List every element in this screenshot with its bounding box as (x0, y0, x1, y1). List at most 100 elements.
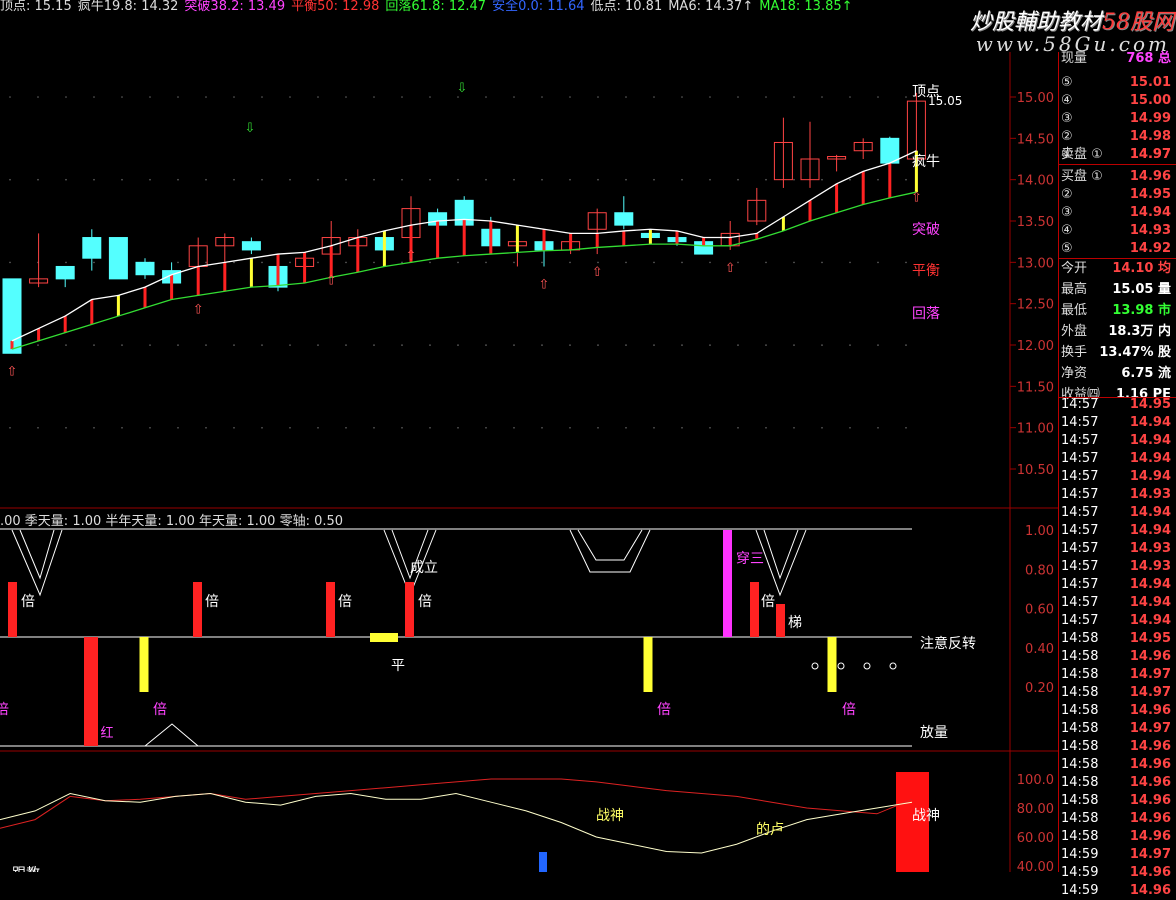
row-value: 14.94 (1129, 595, 1171, 610)
dot-marker (889, 662, 897, 670)
axis-tick-label: 13.00 (1017, 256, 1054, 271)
axis-tick-label: 10.50 (1017, 463, 1054, 478)
row-value: 14.96 (1129, 739, 1171, 754)
row-label: 14:57 (1061, 523, 1099, 538)
grid-dot (597, 344, 599, 346)
grid-dot (317, 427, 319, 429)
kline-chart[interactable]: 15.00 14.50 14.00 13.50 13.00 12.50 12.00 11.50… (0, 0, 1058, 872)
panel-divider (1059, 258, 1176, 259)
lower-red-line (0, 778, 913, 829)
row-value: 6.75 流 (1121, 366, 1171, 381)
label-bei: 倍 (338, 594, 352, 610)
grid-dot (513, 261, 515, 264)
grid-dot (821, 261, 823, 264)
trend-bar (489, 221, 493, 255)
candle-body (241, 241, 261, 251)
axis-tick-label: 40.00 (1017, 860, 1054, 872)
grid-dot (653, 261, 655, 264)
trend-bar (569, 233, 573, 250)
grid-dot (289, 261, 291, 264)
grid-dot (37, 96, 39, 98)
axis-tick-label: 60.00 (1017, 831, 1054, 846)
grid-dot (541, 344, 543, 346)
grid-dot (485, 96, 487, 98)
up-arrow-icon: ⇧ (7, 364, 18, 379)
trough-marker (569, 529, 651, 573)
bid-row: ④ 14.93 (1059, 222, 1176, 240)
axis-tick-label: 0.20 (1025, 681, 1054, 696)
grid-dot (205, 178, 207, 181)
label-zhanshen: 战神 (596, 808, 624, 824)
indicator-topbar: 顶点: 15.15 疯牛19.8: 14.32 突破38.2: 13.49 平衡50:… (0, 0, 859, 16)
grid-dot (65, 344, 67, 346)
grid-dot (793, 178, 795, 181)
row-label: 14:57 (1061, 595, 1099, 610)
row-label: ② (1061, 187, 1073, 202)
row-label: 14:58 (1061, 631, 1099, 646)
grid-dot (569, 178, 571, 181)
indicator-value: MA6: 14.37↑ (668, 0, 754, 14)
grid-dot (681, 178, 683, 181)
grid-dot (177, 96, 179, 98)
grid-dot (709, 178, 711, 181)
grid-dot (233, 344, 235, 346)
grid-dot (765, 96, 767, 98)
grid-dot (597, 96, 599, 98)
row-label: 现量 (1061, 51, 1088, 66)
label-bei: 倍 (761, 594, 775, 610)
ask-row: ④ 15.00 (1059, 92, 1176, 110)
row-label: 14:58 (1061, 793, 1099, 808)
row-label: 外盘 (1061, 324, 1088, 339)
grid-dot (65, 178, 67, 181)
row-value: 14.95 (1129, 631, 1171, 646)
row-value: 14.96 (1129, 811, 1171, 826)
row-label: 14:58 (1061, 703, 1099, 718)
grid-dot (93, 261, 95, 264)
grid-dot (457, 344, 459, 346)
tick-row: 14:57 14.93 (1059, 540, 1176, 558)
grid-dot (93, 96, 95, 98)
grid-dot (513, 344, 515, 346)
grid-dot (681, 261, 683, 264)
dot-marker (837, 662, 845, 670)
grid-dot (625, 427, 627, 429)
trend-bar (249, 258, 253, 288)
candle-body (614, 212, 634, 226)
row-value: 14.95 (1129, 187, 1171, 202)
grid-dot (765, 427, 767, 429)
axis-tick-label: 11.50 (1017, 380, 1054, 395)
grid-dot (457, 427, 459, 429)
row-label: 14:57 (1061, 559, 1099, 574)
grid-dot (569, 261, 571, 264)
grid-dot (65, 427, 67, 429)
trend-bar (63, 316, 67, 333)
label-balance: 平衡 (912, 263, 940, 279)
grid-dot (289, 178, 291, 181)
row-value: 14.94 (1129, 415, 1171, 430)
tick-row: 14:57 14.94 (1059, 612, 1176, 630)
grid-dot (121, 96, 123, 98)
row-value: 14.96 (1129, 703, 1171, 718)
grid-dot (317, 344, 319, 346)
volume-row: 现量 768 总 (1059, 50, 1176, 68)
row-value: 14.94 (1129, 505, 1171, 520)
trend-bar (595, 233, 599, 248)
row-value: 14.93 (1129, 487, 1171, 502)
grid-dot (905, 344, 907, 346)
trend-bar (303, 252, 307, 283)
label-chengli: 成立 (410, 560, 438, 576)
grid-dot (93, 178, 95, 181)
row-label: 14:57 (1061, 505, 1099, 520)
row-value: 14.94 (1129, 451, 1171, 466)
row-value: 14.95 (1129, 397, 1171, 412)
grid-dot (905, 96, 907, 98)
row-label: 14:59 (1061, 847, 1099, 862)
grid-dot (793, 427, 795, 429)
trend-bar (808, 200, 812, 221)
row-value: 14.96 (1129, 775, 1171, 790)
grid-dot (569, 427, 571, 429)
grid-dot (177, 261, 179, 264)
grid-dot (289, 96, 291, 98)
sell-row: 卖盘 ① 14.97 (1059, 146, 1176, 164)
grid-dot (429, 344, 431, 346)
